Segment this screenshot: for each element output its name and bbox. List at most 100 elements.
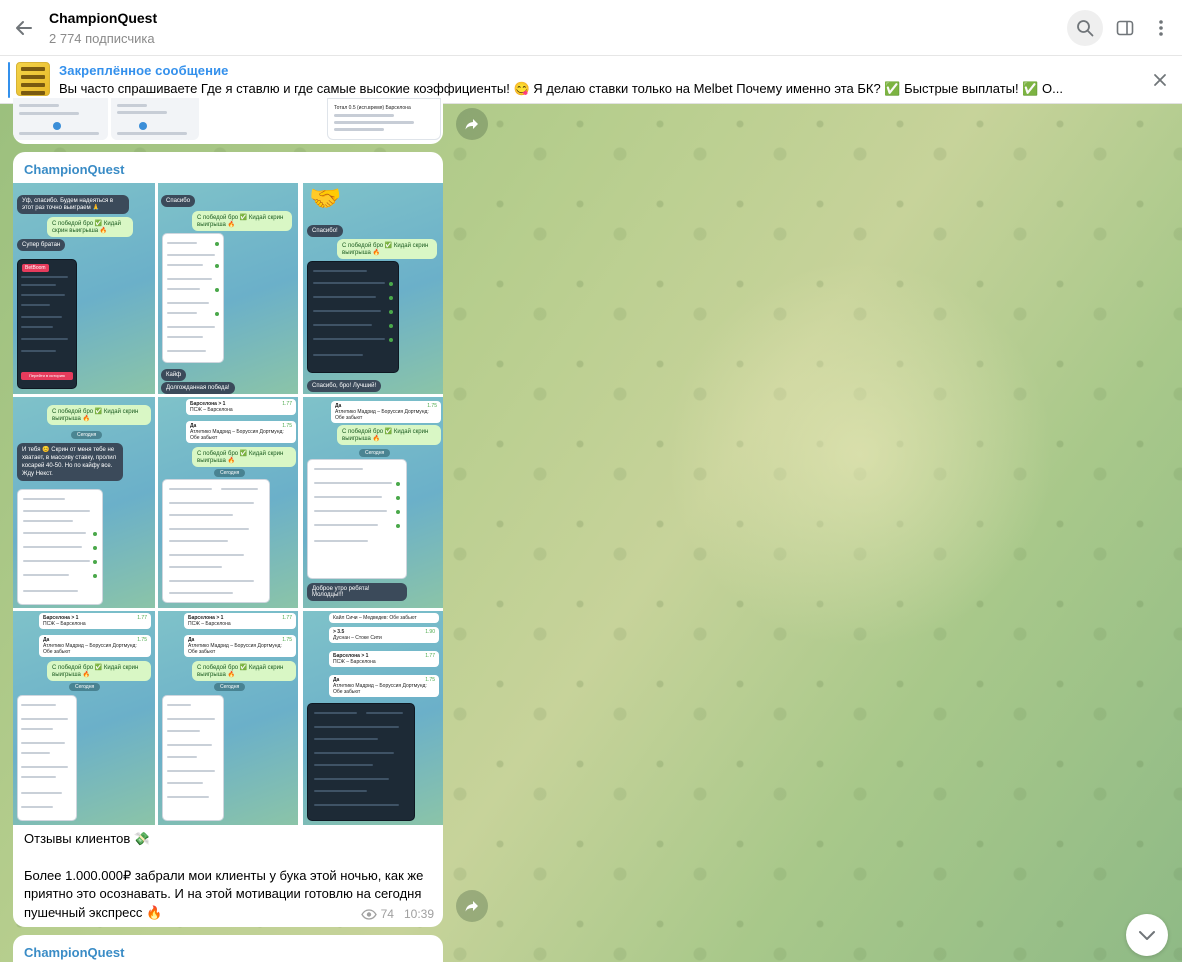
channel-post: ChampionQuest Уф, спасибо. Будем надеять… [13, 152, 443, 927]
chat-bubble-out: С победой бро ✅ Кидай скрин выигрыша 🔥 [192, 211, 292, 231]
view-count: 74 [380, 907, 394, 921]
chat-bubble-in: И тебя 😊 Скрин от меня тебе не хватает, … [17, 443, 123, 481]
chat-bubble-out: С победой бро ✅ Кидай скрин выигрыша 🔥 [337, 425, 441, 445]
bet-match: Дуснан – Стоке Сити [333, 635, 382, 641]
pinned-message-bar[interactable]: Закреплённое сообщение Вы часто спрашива… [0, 56, 1182, 104]
chat-bubble-in: Доброе утро ребята! Молодцы!!! [307, 583, 407, 601]
bet-card: > 3.5 1.90 Дуснан – Стоке Сити [329, 627, 439, 643]
pinned-text: Вы часто спрашиваете Где я ставлю и где … [59, 81, 1063, 96]
more-menu-button[interactable] [1143, 10, 1179, 46]
media-tile[interactable]: Барселона > 1 1.77 ПСЖ – Барселона Да 1.75… [158, 397, 298, 608]
bet-card: Барселона > 1 1.77 ПСЖ – Барселона [39, 613, 151, 629]
previous-post-image[interactable] [13, 98, 108, 140]
chat-header: ChampionQuest 2 774 подписчика [0, 0, 1182, 56]
chevron-down-icon [1139, 930, 1155, 940]
bet-match: ПСЖ – Барселона [43, 621, 86, 627]
bet-card: Да 1.75 Атлетико Мадрид – Боруссия Дортму… [331, 401, 441, 423]
media-tile[interactable]: Барселона > 1 1.77 ПСЖ – Барселона Да 1.75… [158, 611, 298, 825]
back-button[interactable] [8, 12, 40, 44]
pinned-indicator [8, 62, 10, 98]
bet-odds: 1.75 [137, 637, 147, 643]
chat-bubble-out: С победой бро ✅ Кидай скрин выигрыша 🔥 [47, 405, 151, 425]
scroll-to-bottom-button[interactable] [1126, 914, 1168, 956]
chat-bubble-in: Кайф [161, 369, 187, 381]
chat-bubble-out: С победой бро ✅ Кидай скрин выигрыша 🔥 [47, 661, 151, 681]
bet-match: Атлетико Мадрид – Боруссия Дортмунд: Обе… [335, 409, 429, 421]
pinned-label: Закреплённое сообщение [59, 63, 229, 78]
app-badge: BetBoom [22, 264, 49, 272]
media-tile[interactable]: Спасибо С победой бро ✅ Кидай скрин выиг… [158, 183, 298, 394]
media-tile[interactable]: Кайл Сичи – Медведев: Обе забьют > 3.5 1.… [303, 611, 443, 825]
media-tile[interactable]: Уф, спасибо. Будем надеяться в этот раз … [13, 183, 155, 394]
date-separator: Сегодня [71, 431, 103, 439]
eye-icon [360, 908, 377, 920]
sidebar-icon [1116, 20, 1134, 36]
media-tile[interactable]: Да 1.75 Атлетико Мадрид – Боруссия Дортму… [303, 397, 443, 608]
bet-match: Атлетико Мадрид – Боруссия Дортмунд: Обе… [188, 643, 282, 655]
post-sender[interactable]: ChampionQuest [24, 945, 124, 960]
chat-bubble-in: Спасибо, бро! Лучший! [307, 380, 382, 392]
bet-card: Да 1.75 Атлетико Мадрид – Боруссия Дортму… [39, 635, 151, 657]
bet-match: Атлетико Мадрид – Боруссия Дортмунд: Обе… [333, 683, 427, 695]
bet-odds: 1.77 [137, 615, 147, 621]
forward-button[interactable] [456, 108, 488, 140]
close-pinned-button[interactable] [1148, 68, 1172, 92]
bet-card: Барселона > 1 1.77 ПСЖ – Барселона [329, 651, 439, 667]
history-button: Перейти в историю [21, 372, 73, 380]
bet-card: Кайл Сичи – Медведев: Обе забьют [329, 613, 439, 623]
post-meta: 74 10:39 [360, 907, 434, 921]
bet-card: Барселона > 1 1.77 ПСЖ – Барселона [184, 613, 296, 629]
share-icon [465, 119, 478, 130]
bet-match: Атлетико Мадрид – Боруссия Дортмунд: Обе… [190, 429, 284, 441]
bet-match: ПСЖ – Барселона [190, 407, 233, 413]
bet-odds: 1.90 [425, 629, 435, 635]
more-vertical-icon [1159, 20, 1163, 36]
handshake-sticker: 🤝 [309, 183, 342, 213]
bet-screenshot [162, 695, 224, 821]
post-time: 10:39 [403, 907, 434, 921]
date-separator: Сегодня [69, 683, 101, 691]
bet-odds: 1.77 [282, 401, 292, 407]
search-icon [1077, 20, 1094, 37]
chat-bubble-out: С победой бро ✅ Кидай скрин выигрыша 🔥 [337, 239, 437, 259]
chat-bubble-out: С победой бро ✅ Кидай скрин выигрыша 🔥 [47, 217, 133, 237]
media-tile[interactable]: Барселона > 1 1.77 ПСЖ – Барселона Да 1.75… [13, 611, 155, 825]
chat-bubble-in: Долгожданная победа! [161, 382, 235, 394]
bet-card: Барселона > 1 1.77 ПСЖ – Барселона [186, 399, 296, 415]
previous-post-image[interactable]: Тотал 0.5 (исп.время) Барселона [327, 98, 441, 140]
bet-match: ПСЖ – Барселона [188, 621, 231, 627]
media-tile[interactable]: С победой бро ✅ Кидай скрин выигрыша 🔥 С… [13, 397, 155, 608]
bet-match: ПСЖ – Барселона [333, 659, 376, 665]
next-post: ChampionQuest [13, 935, 443, 962]
channel-title[interactable]: ChampionQuest [49, 10, 157, 26]
bet-screenshot [17, 489, 103, 605]
forward-button[interactable] [456, 890, 488, 922]
bet-odds: 1.77 [282, 615, 292, 621]
previous-post-label: Тотал 0.5 (исп.время) Барселона [334, 105, 411, 111]
close-icon [1154, 74, 1166, 86]
bet-screenshot [307, 459, 407, 579]
date-separator: Сегодня [214, 683, 246, 691]
bet-match: Атлетико Мадрид – Боруссия Дортмунд: Обе… [43, 643, 137, 655]
bet-match: Кайл Сичи – Медведев: Обе забьют [333, 615, 417, 621]
bet-screenshot [162, 233, 224, 363]
bet-card: Да 1.75 Атлетико Мадрид – Боруссия Дортму… [329, 675, 439, 697]
subscriber-count: 2 774 подписчика [49, 31, 155, 46]
chat-bubble-out: С победой бро ✅ Кидай скрин выигрыша 🔥 [192, 661, 296, 681]
bet-odds: 1.75 [282, 637, 292, 643]
sidebar-toggle-button[interactable] [1107, 10, 1143, 46]
arrow-left-icon [16, 21, 32, 35]
bet-screenshot [307, 703, 415, 821]
share-icon [465, 901, 478, 912]
media-album: Уф, спасибо. Будем надеяться в этот раз … [13, 183, 443, 825]
bet-screenshot [17, 695, 77, 821]
previous-post-image[interactable] [111, 98, 199, 140]
bet-card: Да 1.75 Атлетико Мадрид – Боруссия Дортму… [184, 635, 296, 657]
pinned-thumbnail [16, 62, 50, 96]
bet-card: Да 1.75 Атлетико Мадрид – Боруссия Дортму… [186, 421, 296, 443]
chat-bubble-in: Уф, спасибо. Будем надеяться в этот раз … [17, 195, 129, 214]
post-sender[interactable]: ChampionQuest [24, 162, 124, 177]
media-tile[interactable]: 🤝 Спасибо! С победой бро ✅ Кидай скрин в… [303, 183, 443, 394]
search-button[interactable] [1067, 10, 1103, 46]
bet-screenshot [162, 479, 270, 603]
